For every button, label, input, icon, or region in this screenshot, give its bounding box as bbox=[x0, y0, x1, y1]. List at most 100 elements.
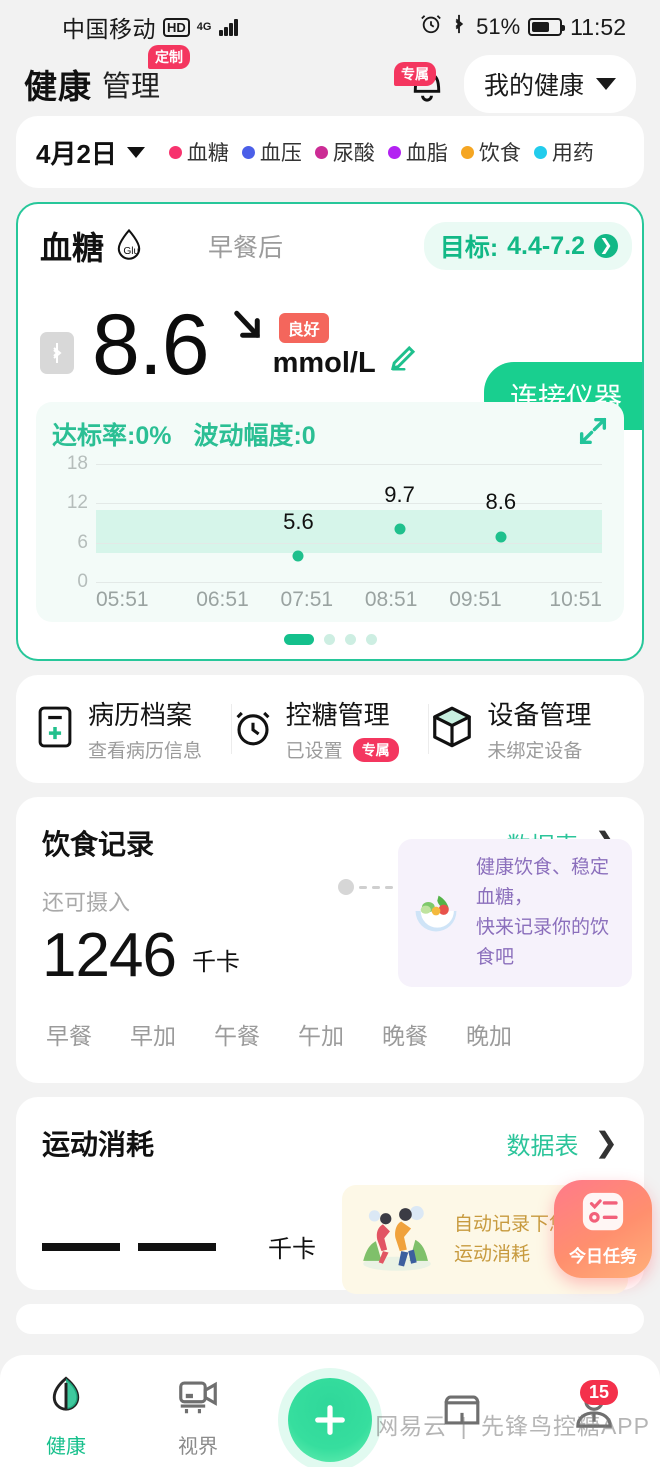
video-camera-icon bbox=[175, 1374, 221, 1423]
carousel-dot[interactable] bbox=[323, 634, 335, 645]
watermark-separator: | bbox=[460, 1413, 468, 1439]
add-record-button[interactable] bbox=[288, 1378, 372, 1462]
carousel-dot[interactable] bbox=[344, 634, 356, 645]
sport-datasheet-link[interactable]: 数据表 ❯ bbox=[507, 1126, 618, 1161]
leaf-icon bbox=[44, 1374, 88, 1423]
sport-tip-line2: 运动消耗 bbox=[454, 1243, 531, 1265]
sport-value-placeholder bbox=[42, 1242, 120, 1251]
shortcut-title: 设备管理 bbox=[487, 700, 592, 730]
page-subtitle-text: 管理 bbox=[102, 71, 161, 103]
today-task-button[interactable]: 今日任务 bbox=[554, 1180, 652, 1278]
page-title: 健康 bbox=[24, 68, 92, 105]
legend-label: 血糖 bbox=[186, 142, 229, 165]
meal-tab-breakfast[interactable]: 早餐 bbox=[46, 1017, 92, 1051]
bell-icon bbox=[406, 72, 448, 110]
legend-label: 血压 bbox=[259, 142, 302, 165]
profile-select-label: 我的健康 bbox=[483, 72, 584, 100]
legend-label: 用药 bbox=[551, 142, 594, 165]
next-card-peek bbox=[16, 1304, 644, 1334]
shortcut-glucose-management[interactable]: 控糖管理 已设置 专属 bbox=[232, 695, 429, 763]
data-point[interactable] bbox=[495, 531, 507, 543]
expand-chart-icon[interactable] bbox=[576, 414, 610, 453]
legend-item-diet[interactable]: 饮食 bbox=[460, 137, 521, 167]
target-range-band bbox=[96, 509, 602, 554]
profile-select[interactable]: 我的健康 bbox=[463, 55, 636, 113]
carrier-label: 中国移动 bbox=[62, 16, 156, 42]
carousel-indicator bbox=[18, 634, 642, 651]
shortcut-device-management[interactable]: 设备管理 未绑定设备 bbox=[429, 695, 626, 763]
shortcut-medical-record[interactable]: 病历档案 查看病历信息 bbox=[34, 695, 231, 763]
legend-item-glucose[interactable]: 血糖 bbox=[168, 137, 229, 167]
nav-item-video[interactable]: 视界 bbox=[132, 1374, 264, 1459]
sport-title: 运动消耗 bbox=[42, 1129, 155, 1160]
goal-range: 4.4-7.2 bbox=[507, 231, 585, 260]
data-point-label: 9.7 bbox=[384, 481, 415, 507]
signal-icon bbox=[219, 18, 238, 36]
carousel-dot-active[interactable] bbox=[283, 634, 314, 645]
hd-icon: HD bbox=[163, 17, 190, 37]
shortcut-row: 病历档案 查看病历信息 控糖管理 已设置 专属 设备管理 未绑定设备 bbox=[16, 675, 644, 783]
battery-percent: 51% bbox=[476, 14, 521, 39]
shortcut-sub: 查看病历信息 bbox=[88, 741, 203, 762]
legend-label: 饮食 bbox=[478, 142, 521, 165]
x-tick-label: 05:51 bbox=[96, 588, 149, 611]
gridline bbox=[96, 464, 602, 465]
date-picker-button[interactable]: 4月2日 bbox=[36, 134, 145, 171]
diet-tip-line1: 健康饮食、稳定血糖， bbox=[476, 857, 610, 908]
glucose-card: 血糖 Glu 早餐后 目标: 4.4-7.2 ❯ 8.6 良好 mmol/L 连… bbox=[16, 202, 644, 661]
meal-tab-dinner[interactable]: 晚餐 bbox=[382, 1017, 428, 1051]
notification-bell-button[interactable]: 专属 bbox=[393, 62, 448, 106]
legend-items: 血糖 血压 尿酸 血脂 饮食 用药 bbox=[168, 137, 594, 167]
chevron-down-icon bbox=[596, 78, 616, 90]
salad-bowl-icon bbox=[410, 888, 462, 939]
diet-tip-card[interactable]: 健康饮食、稳定血糖， 快来记录你的饮食吧 bbox=[398, 839, 632, 987]
glucose-target-button[interactable]: 目标: 4.4-7.2 ❯ bbox=[423, 222, 632, 270]
status-bar: 中国移动 HD 4G 51% 11:52 bbox=[0, 0, 660, 54]
legend-dot-icon bbox=[168, 145, 182, 159]
glucose-unit: mmol/L bbox=[272, 347, 376, 379]
chevron-right-icon: ❯ bbox=[594, 1127, 618, 1158]
shortcut-title: 控糖管理 bbox=[285, 700, 390, 730]
y-tick-label: 6 bbox=[77, 531, 88, 553]
y-tick-label: 18 bbox=[66, 453, 88, 474]
legend-item-blood-pressure[interactable]: 血压 bbox=[241, 137, 302, 167]
legend-item-uric-acid[interactable]: 尿酸 bbox=[314, 137, 375, 167]
data-point[interactable] bbox=[394, 523, 406, 535]
nav-item-health[interactable]: 健康 bbox=[0, 1374, 132, 1459]
meal-tab-evening-snack[interactable]: 晚加 bbox=[466, 1017, 512, 1051]
legend-label: 尿酸 bbox=[332, 142, 375, 165]
y-tick-label: 0 bbox=[77, 571, 88, 592]
tip-connector-dot bbox=[338, 879, 354, 895]
app-screen: 中国移动 HD 4G 51% 11:52 健康 管理 定制 专属 我的健康 4月… bbox=[0, 0, 660, 1467]
exclusive-badge: 专属 bbox=[393, 62, 436, 86]
y-tick-label: 12 bbox=[66, 492, 88, 514]
legend-item-blood-lipid[interactable]: 血脂 bbox=[387, 137, 448, 167]
network-gen-label: 4G bbox=[196, 20, 212, 33]
meal-tab-afternoon-snack[interactable]: 午加 bbox=[298, 1017, 344, 1051]
carousel-dot[interactable] bbox=[365, 634, 377, 645]
legend-dot-icon bbox=[387, 145, 401, 159]
alarm-clock-icon bbox=[232, 704, 274, 755]
edit-pencil-icon[interactable] bbox=[388, 343, 418, 378]
profile-badge-count: 15 bbox=[579, 1380, 618, 1405]
data-point[interactable] bbox=[292, 550, 304, 562]
sport-card: 运动消耗 数据表 ❯ 千卡 自动记录下您每 运动消耗 bbox=[16, 1097, 644, 1294]
diet-calories-value: 1246 bbox=[42, 921, 177, 990]
checklist-icon bbox=[580, 1191, 626, 1240]
chevron-right-icon: ❯ bbox=[594, 234, 618, 258]
legend-label: 血脂 bbox=[405, 142, 448, 165]
meal-tab-lunch[interactable]: 午餐 bbox=[214, 1017, 260, 1051]
x-tick-label: 08:51 bbox=[364, 588, 418, 611]
chart-x-axis: 05:51 06:51 07:51 08:51 09:51 10:51 bbox=[96, 588, 602, 612]
chart-plot-area: 18 12 6 0 5.6 9.7 8.6 bbox=[67, 453, 602, 592]
legend-item-medication[interactable]: 用药 bbox=[533, 137, 594, 167]
x-tick-label: 09:51 bbox=[449, 588, 502, 611]
nav-label-health: 健康 bbox=[46, 1435, 86, 1458]
tip-connector bbox=[338, 879, 393, 895]
custom-badge: 定制 bbox=[148, 45, 191, 69]
meal-tag: 早餐后 bbox=[208, 234, 284, 262]
meal-tab-morning-snack[interactable]: 早加 bbox=[130, 1017, 176, 1051]
datasheet-label: 数据表 bbox=[506, 1132, 579, 1160]
sport-value-placeholder bbox=[138, 1242, 216, 1251]
today-task-label: 今日任务 bbox=[569, 1247, 637, 1266]
